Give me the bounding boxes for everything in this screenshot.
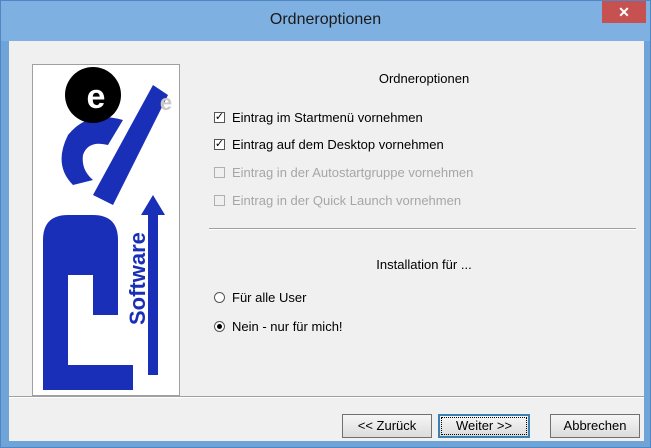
radio-all-users[interactable]: Für alle User xyxy=(214,288,306,306)
radio-selected-dot xyxy=(217,323,222,329)
checkbox-label: Eintrag in der Quick Launch vornehmen xyxy=(232,192,462,208)
radio-label: Für alle User xyxy=(232,289,307,305)
checkbox-label: Eintrag in der Autostartgruppe vornehmen xyxy=(232,164,474,180)
radio-button[interactable] xyxy=(214,291,225,303)
logo-text-software: Software xyxy=(125,232,150,325)
cancel-button[interactable]: Abbrechen xyxy=(550,414,640,438)
checkbox-box xyxy=(214,166,225,178)
next-button-label: Weiter >> xyxy=(441,417,527,435)
logo-panel: e e Software xyxy=(32,64,180,396)
button-divider xyxy=(9,396,644,398)
title-bar[interactable]: Ordneroptionen ✕ xyxy=(1,1,650,41)
checkbox-quicklaunch: Eintrag in der Quick Launch vornehmen xyxy=(214,191,461,209)
window-title: Ordneroptionen xyxy=(269,11,382,28)
logo-letter: e xyxy=(87,78,106,116)
checkbox-box xyxy=(214,194,225,206)
radio-only-me[interactable]: Nein - nur für mich! xyxy=(214,317,343,335)
close-button[interactable]: ✕ xyxy=(602,1,646,23)
install-heading: Installation für ... xyxy=(376,257,472,272)
close-icon: ✕ xyxy=(618,4,630,20)
installer-window: Ordneroptionen ✕ e e Software Ordneropti… xyxy=(0,0,651,448)
options-heading: Ordneroptionen xyxy=(378,71,470,86)
logo-letter-shadow: e xyxy=(160,90,172,115)
dialog-body: e e Software Ordneroptionen ✓ Eintrag im… xyxy=(9,41,644,441)
checkbox-box[interactable]: ✓ xyxy=(214,138,225,150)
section-divider xyxy=(209,228,636,230)
checkbox-label: Eintrag auf dem Desktop vornehmen xyxy=(232,136,444,152)
checkbox-label: Eintrag im Startmenü vornehmen xyxy=(232,109,423,125)
checkbox-desktop[interactable]: ✓ Eintrag auf dem Desktop vornehmen xyxy=(214,135,444,153)
radio-button[interactable] xyxy=(214,320,225,332)
checkbox-startmenu[interactable]: ✓ Eintrag im Startmenü vornehmen xyxy=(214,108,423,126)
cad-software-logo: e e Software xyxy=(43,67,172,390)
radio-label: Nein - nur für mich! xyxy=(232,318,343,334)
checkbox-box[interactable]: ✓ xyxy=(214,111,225,123)
next-button[interactable]: Weiter >> xyxy=(438,414,530,438)
back-button[interactable]: << Zurück xyxy=(342,414,432,438)
checkbox-autostart: Eintrag in der Autostartgruppe vornehmen xyxy=(214,163,473,181)
